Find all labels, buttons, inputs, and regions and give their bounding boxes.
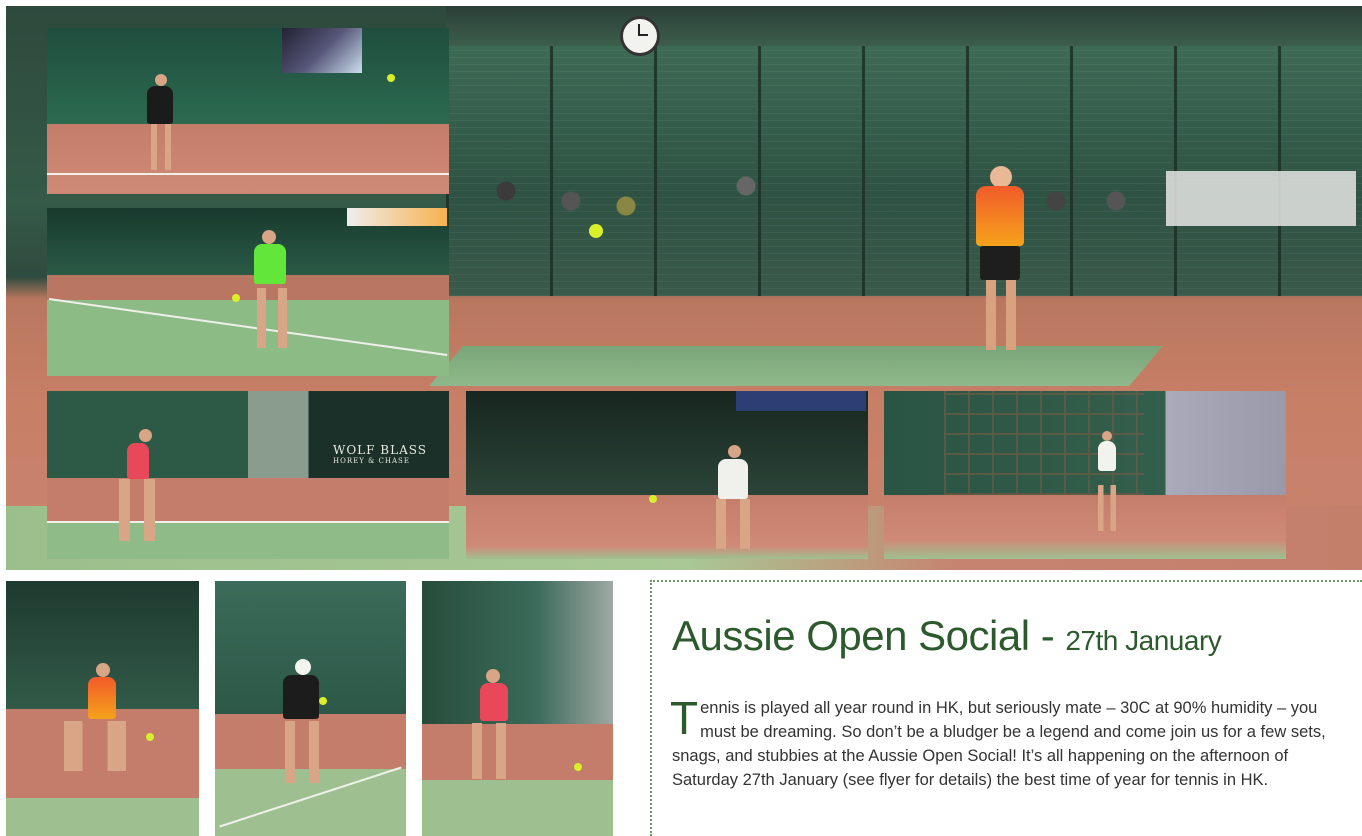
photo-small-1 [6,581,199,836]
photo-inset-5 [884,391,1286,559]
article-panel: Aussie Open Social - 27th January Tennis… [650,580,1362,836]
article-body: Tennis is played all year round in HK, b… [670,692,1326,789]
tennis-ball [589,224,603,238]
player-orange-shirt [966,166,1036,356]
photo-small-2 [215,581,406,836]
photo-inset-3: WOLF BLASS HOREY & CHASE [47,391,449,559]
article-title: Aussie Open Social - 27th January [672,612,1222,659]
roof [446,6,1362,51]
sponsor-sign: WOLF BLASS HOREY & CHASE [333,443,427,465]
photo-small-3 [422,581,613,836]
court-green-strip [429,346,1163,386]
photo-inset-2 [47,208,449,376]
photo-inset-1 [47,28,449,194]
clock-icon [620,16,660,56]
chairs [1166,171,1356,281]
drop-cap: T [670,692,699,744]
photo-inset-4 [466,391,868,559]
article-title-date: 27th January [1065,625,1222,656]
